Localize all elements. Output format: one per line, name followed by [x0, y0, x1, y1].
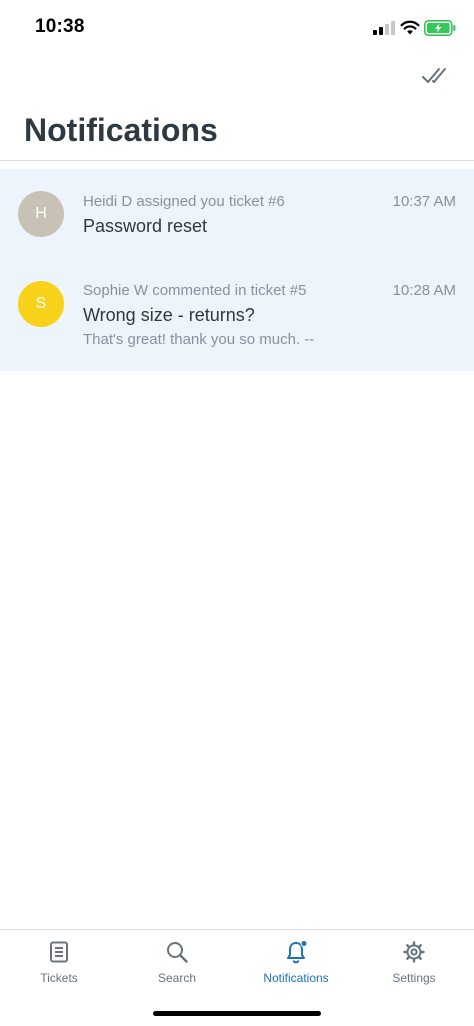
tab-label: Tickets	[40, 971, 78, 985]
tab-tickets[interactable]: Tickets	[0, 930, 118, 1000]
notification-time: 10:37 AM	[392, 193, 456, 210]
wifi-icon	[400, 20, 420, 35]
tickets-icon	[50, 941, 68, 963]
avatar-initial: S	[35, 295, 47, 312]
notification-item[interactable]: H Heidi D assigned you ticket #6 10:37 A…	[0, 169, 474, 259]
avatar-initial: H	[35, 205, 47, 222]
tab-label: Notifications	[263, 971, 329, 985]
tab-label: Search	[157, 971, 197, 985]
notification-meta: Heidi D assigned you ticket #6	[83, 193, 285, 210]
tab-search[interactable]: Search	[118, 930, 236, 1000]
status-bar: 10:38	[0, 0, 474, 56]
double-check-icon	[422, 68, 446, 83]
notification-preview: That's great! thank you so much. --	[83, 331, 315, 348]
home-indicator	[153, 1011, 321, 1016]
bell-icon	[287, 940, 308, 964]
tab-notifications[interactable]: Notifications	[237, 930, 355, 1000]
avatar: S	[18, 281, 64, 327]
notification-time: 10:28 AM	[392, 282, 456, 299]
gear-icon	[403, 941, 425, 963]
tab-label: Settings	[392, 971, 436, 985]
search-icon	[167, 942, 188, 963]
notification-meta: Sophie W commented in ticket #5	[83, 282, 307, 299]
avatar: H	[18, 191, 64, 237]
mark-all-read-button[interactable]	[420, 62, 450, 88]
notification-subject: Wrong size - returns?	[83, 305, 255, 325]
status-time: 10:38	[35, 16, 85, 37]
cellular-signal-icon	[373, 21, 395, 35]
header-divider	[0, 160, 474, 161]
notification-badge	[300, 940, 308, 947]
battery-charging-icon	[424, 20, 456, 36]
notification-subject: Password reset	[83, 216, 208, 236]
page-title: Notifications	[24, 112, 218, 148]
notification-item[interactable]: S Sophie W commented in ticket #5 10:28 …	[0, 259, 474, 371]
tab-settings[interactable]: Settings	[355, 930, 473, 1000]
notification-list: H Heidi D assigned you ticket #6 10:37 A…	[0, 169, 474, 371]
